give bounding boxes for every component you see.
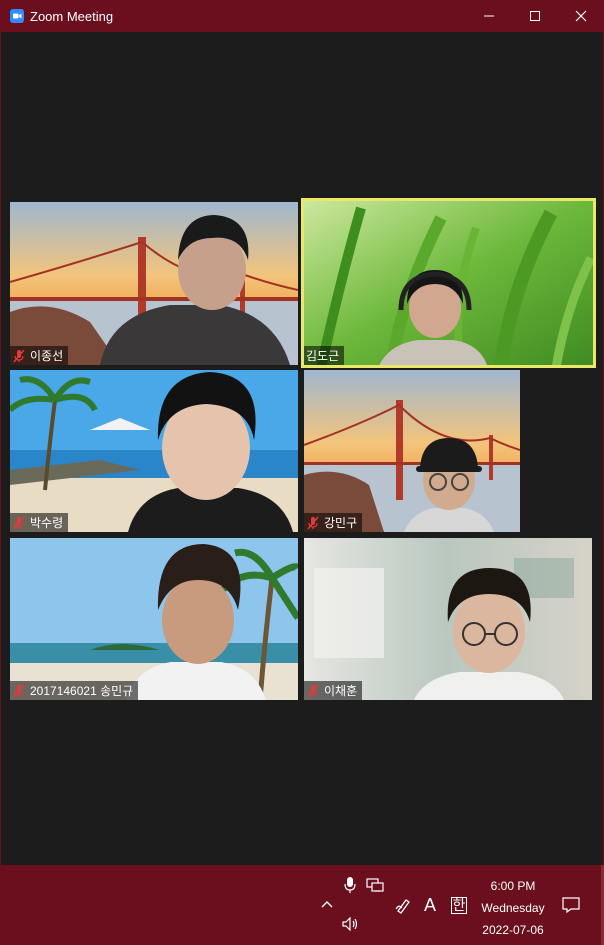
- volume-icon: [342, 917, 358, 931]
- participant-video: [404, 438, 494, 532]
- participant-name: 2017146021 송민규: [30, 684, 134, 698]
- ime-korean-label: 한: [450, 896, 468, 914]
- participant-tile[interactable]: 이채훈: [304, 538, 592, 700]
- participant-video: [414, 568, 564, 700]
- gallery-view: 이종선 김도근 박수령 강민구 2017146021 송민규 이채훈: [1, 32, 603, 865]
- participant-name: 강민구: [324, 516, 358, 530]
- participant-tile[interactable]: 강민구: [304, 370, 592, 532]
- participant-video: [128, 372, 293, 532]
- participant-tile[interactable]: 이종선: [10, 202, 298, 365]
- show-hidden-icons-button[interactable]: [318, 895, 336, 913]
- close-button[interactable]: [558, 0, 604, 32]
- muted-microphone-icon: [13, 516, 25, 529]
- pen-icon: [395, 899, 410, 914]
- clock-day: Wednesday: [481, 901, 545, 915]
- muted-microphone-icon: [13, 684, 25, 697]
- clock[interactable]: 6:00 PM Wednesday 2022-07-06: [478, 875, 548, 941]
- window-title: Zoom Meeting: [30, 8, 114, 24]
- participant-name: 김도근: [306, 349, 340, 363]
- chevron-up-icon: [321, 901, 333, 908]
- notification-icon: [562, 897, 580, 913]
- volume-tray-button[interactable]: [341, 915, 361, 933]
- maximize-icon: [530, 11, 540, 21]
- participant-tile[interactable]: 2017146021 송민규: [10, 538, 298, 700]
- participant-tile[interactable]: 박수령: [10, 370, 298, 532]
- microphone-tray-button[interactable]: [342, 875, 358, 895]
- network-tray-button[interactable]: [365, 875, 385, 895]
- network-icon: [366, 878, 384, 892]
- maximize-button[interactable]: [512, 0, 558, 32]
- participant-video: [126, 544, 266, 700]
- participant-tile[interactable]: 김도근: [301, 198, 596, 368]
- participant-name-tag: 2017146021 송민규: [10, 681, 139, 700]
- participant-video: [100, 215, 290, 365]
- participant-name-tag: 이채훈: [304, 681, 363, 700]
- participant-name-tag: 박수령: [10, 513, 69, 532]
- microphone-icon: [344, 877, 356, 893]
- participant-video: [378, 270, 488, 368]
- taskbar: A 한 6:00 PM Wednesday 2022-07-06: [0, 865, 604, 945]
- clock-date: 2022-07-06: [482, 923, 544, 937]
- ime-mode-button[interactable]: 한: [449, 895, 469, 915]
- clock-time: 6:00 PM: [490, 879, 536, 893]
- participant-name-tag: 이종선: [10, 346, 69, 365]
- minimize-icon: [484, 15, 494, 17]
- minimize-button[interactable]: [466, 0, 512, 32]
- zoom-camera-icon: [10, 9, 24, 23]
- participant-name: 이종선: [30, 349, 64, 363]
- action-center-button[interactable]: [560, 895, 582, 915]
- muted-microphone-icon: [13, 349, 25, 362]
- participant-name-tag: 강민구: [304, 513, 363, 532]
- participant-name: 박수령: [30, 516, 64, 530]
- title-bar: Zoom Meeting: [0, 0, 604, 32]
- muted-microphone-icon: [307, 516, 319, 529]
- close-icon: [575, 10, 587, 22]
- input-language-button[interactable]: A: [420, 894, 440, 916]
- pen-workspace-button[interactable]: [394, 895, 414, 915]
- participant-name: 이채훈: [324, 684, 358, 698]
- muted-microphone-icon: [307, 684, 319, 697]
- participant-name-tag: 김도근: [304, 346, 345, 365]
